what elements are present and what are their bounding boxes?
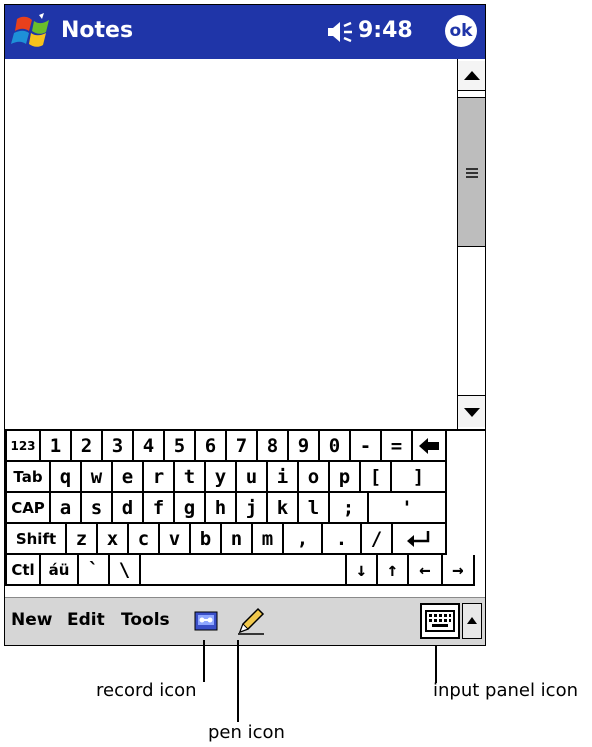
key-t[interactable]: t <box>175 462 206 493</box>
key-o[interactable]: o <box>299 462 330 493</box>
key-j[interactable]: j <box>237 493 268 524</box>
pen-icon[interactable] <box>236 606 266 636</box>
key-1[interactable]: 1 <box>41 431 72 462</box>
keyboard-row-shift: Shift z x c v b n m , . / <box>5 524 485 555</box>
key-8[interactable]: 8 <box>258 431 289 462</box>
keyboard-row-bottom: Ctl áü ` \ ↓ ↑ ← → <box>5 555 485 588</box>
key-slash[interactable]: / <box>362 524 393 555</box>
key-5[interactable]: 5 <box>165 431 196 462</box>
key-y[interactable]: y <box>206 462 237 493</box>
key-6[interactable]: 6 <box>196 431 227 462</box>
key-7[interactable]: 7 <box>227 431 258 462</box>
key-2[interactable]: 2 <box>72 431 103 462</box>
key-equals[interactable]: = <box>382 431 413 462</box>
key-f[interactable]: f <box>144 493 175 524</box>
key-arrow-right[interactable]: → <box>443 555 475 586</box>
input-panel-callout-label: input panel icon <box>433 680 579 701</box>
chevron-down-icon <box>464 408 480 417</box>
key-m[interactable]: m <box>253 524 284 555</box>
menu-tools[interactable]: Tools <box>121 610 170 630</box>
key-arrow-up[interactable]: ↑ <box>378 555 409 586</box>
scroll-down-button[interactable] <box>458 395 485 427</box>
key-backslash[interactable]: \ <box>110 555 141 586</box>
keyboard-row-home: CAP a s d f g h j k l ; ' <box>5 493 485 524</box>
pocket-pc-screen: Notes 9:48 ok 123 1 2 3 4 5 6 7 8 9 0 - … <box>4 4 486 646</box>
record-callout-label: record icon <box>96 680 197 701</box>
key-v[interactable]: v <box>160 524 191 555</box>
key-arrow-left[interactable]: ← <box>409 555 443 586</box>
input-panel-selector[interactable] <box>462 603 482 639</box>
scroll-thumb[interactable] <box>458 97 485 247</box>
chevron-up-icon <box>464 71 480 80</box>
clock[interactable]: 9:48 <box>358 18 413 43</box>
backspace-icon <box>419 437 439 454</box>
key-123[interactable]: 123 <box>5 431 41 462</box>
key-ctrl[interactable]: Ctl <box>5 555 41 586</box>
key-a[interactable]: a <box>51 493 82 524</box>
key-w[interactable]: w <box>82 462 113 493</box>
grip-icon <box>466 168 478 178</box>
record-icon[interactable] <box>194 610 218 632</box>
pen-callout-line <box>237 640 239 722</box>
keyboard-icon[interactable] <box>420 603 460 639</box>
key-backspace[interactable] <box>413 431 447 462</box>
key-left-bracket[interactable]: [ <box>361 462 392 493</box>
key-semicolon[interactable]: ; <box>330 493 369 524</box>
key-space[interactable] <box>141 555 347 586</box>
key-apostrophe[interactable]: ' <box>369 493 447 524</box>
key-k[interactable]: k <box>268 493 299 524</box>
key-p[interactable]: p <box>330 462 361 493</box>
key-z[interactable]: z <box>67 524 98 555</box>
key-9[interactable]: 9 <box>289 431 320 462</box>
key-u[interactable]: u <box>237 462 268 493</box>
key-l[interactable]: l <box>299 493 330 524</box>
speaker-icon[interactable] <box>326 20 354 44</box>
enter-icon <box>407 530 430 547</box>
key-b[interactable]: b <box>191 524 222 555</box>
key-x[interactable]: x <box>98 524 129 555</box>
pen-callout-label: pen icon <box>208 722 285 743</box>
key-tab[interactable]: Tab <box>5 462 51 493</box>
key-shift[interactable]: Shift <box>5 524 67 555</box>
key-e[interactable]: e <box>113 462 144 493</box>
keyboard-row-qwerty: Tab q w e r t y u i o p [ ] <box>5 462 485 493</box>
key-s[interactable]: s <box>82 493 113 524</box>
key-period[interactable]: . <box>323 524 362 555</box>
key-caps[interactable]: CAP <box>5 493 51 524</box>
keyboard-row-numbers: 123 1 2 3 4 5 6 7 8 9 0 - = <box>5 431 485 462</box>
note-writing-area[interactable] <box>5 59 457 429</box>
key-3[interactable]: 3 <box>103 431 134 462</box>
key-n[interactable]: n <box>222 524 253 555</box>
title-bar: Notes 9:48 ok <box>5 5 485 59</box>
menu-new[interactable]: New <box>11 610 52 630</box>
key-accents[interactable]: áü <box>41 555 79 586</box>
key-0[interactable]: 0 <box>320 431 351 462</box>
chevron-up-icon <box>467 617 477 624</box>
windows-start-icon[interactable] <box>11 11 55 53</box>
key-right-bracket[interactable]: ] <box>392 462 447 493</box>
key-i[interactable]: i <box>268 462 299 493</box>
input-panel-callout-line <box>435 645 437 683</box>
key-d[interactable]: d <box>113 493 144 524</box>
key-g[interactable]: g <box>175 493 206 524</box>
key-arrow-down[interactable]: ↓ <box>347 555 378 586</box>
soft-keyboard: 123 1 2 3 4 5 6 7 8 9 0 - = Tab q w e r … <box>5 429 485 597</box>
scroll-up-button[interactable] <box>458 61 485 91</box>
key-c[interactable]: c <box>129 524 160 555</box>
key-4[interactable]: 4 <box>134 431 165 462</box>
key-q[interactable]: q <box>51 462 82 493</box>
keyboard-glyph-icon <box>425 610 455 632</box>
key-backtick[interactable]: ` <box>79 555 110 586</box>
command-bar: New Edit Tools <box>5 597 485 645</box>
key-comma[interactable]: , <box>284 524 323 555</box>
ok-button[interactable]: ok <box>445 15 477 47</box>
vertical-scrollbar[interactable] <box>457 59 485 429</box>
record-callout-line <box>203 640 205 682</box>
key-minus[interactable]: - <box>351 431 382 462</box>
app-title: Notes <box>61 18 134 43</box>
key-h[interactable]: h <box>206 493 237 524</box>
key-r[interactable]: r <box>144 462 175 493</box>
key-enter[interactable] <box>393 524 447 555</box>
menu-edit[interactable]: Edit <box>67 610 105 630</box>
